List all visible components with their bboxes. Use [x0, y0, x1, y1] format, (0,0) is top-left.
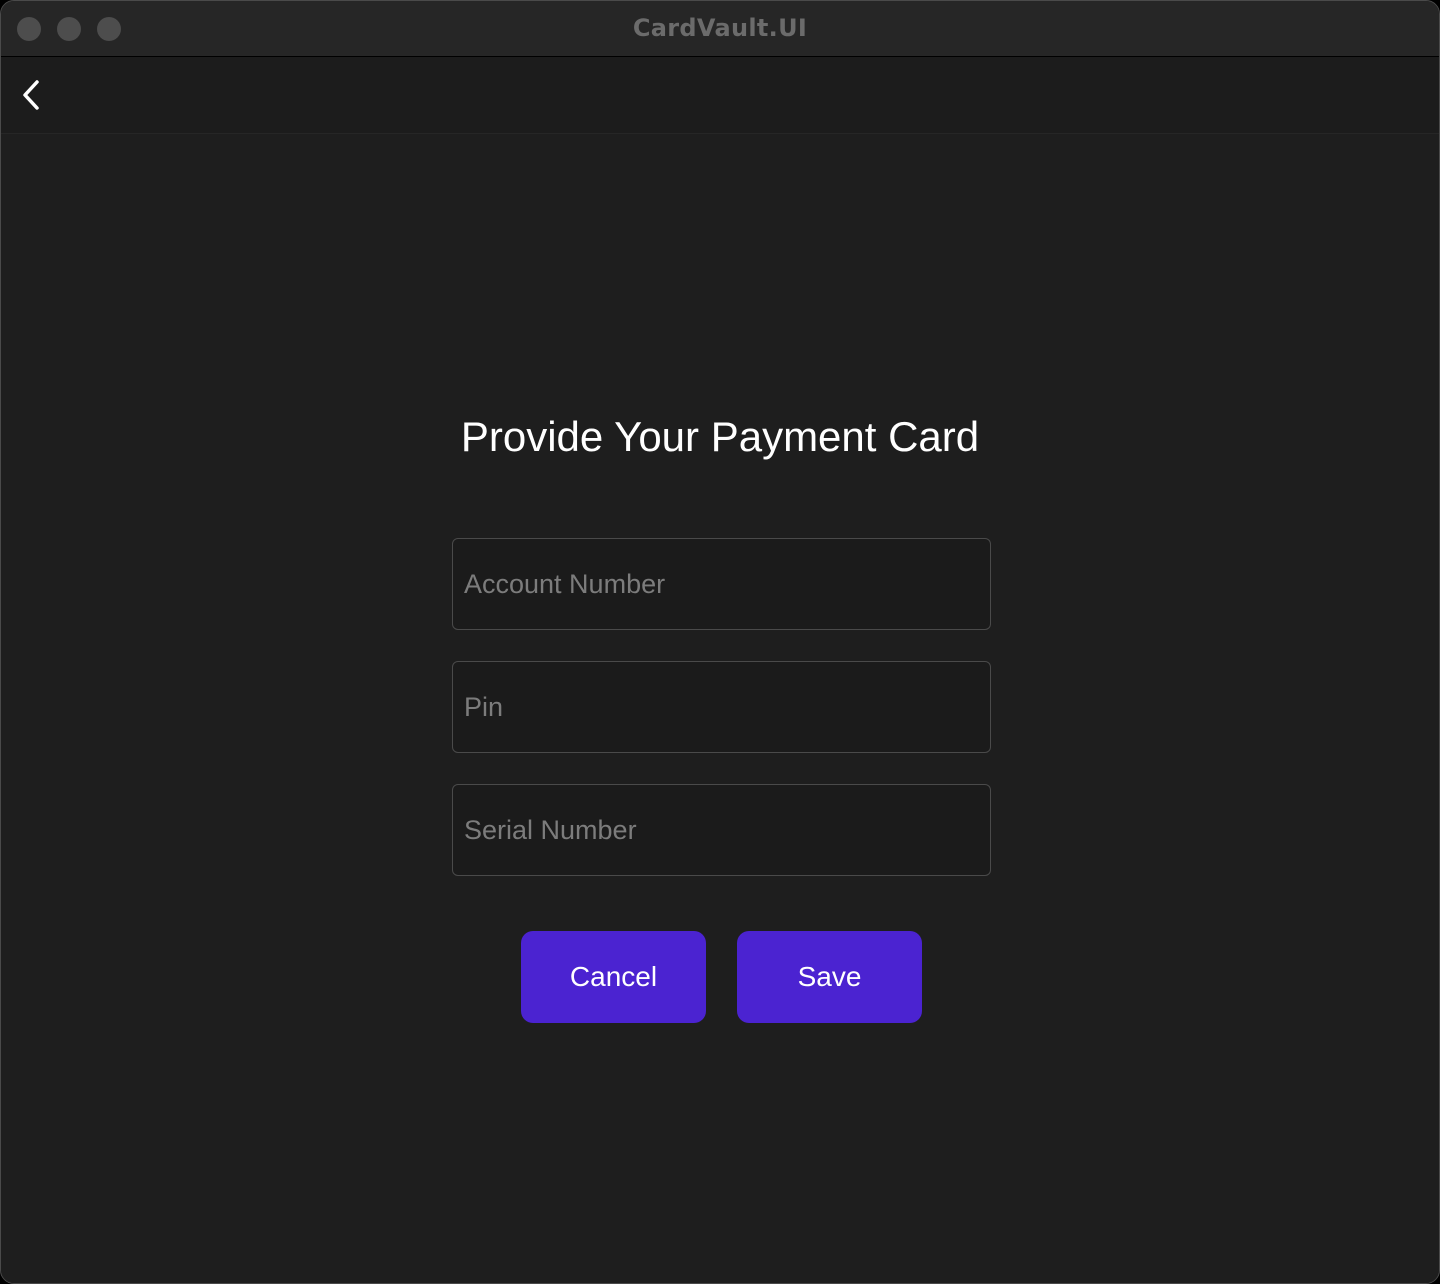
cancel-button[interactable]: Cancel — [521, 931, 706, 1023]
serial-number-input[interactable] — [453, 785, 990, 875]
account-number-input[interactable] — [453, 539, 990, 629]
page-title: Provide Your Payment Card — [460, 413, 980, 460]
save-button[interactable]: Save — [737, 931, 922, 1023]
app-window: CardVault.UI Provide Your Payment Card C… — [0, 0, 1440, 1284]
account-number-field — [452, 538, 991, 630]
navigation-bar — [1, 57, 1439, 134]
pin-field — [452, 661, 991, 753]
title-bar: CardVault.UI — [1, 1, 1439, 57]
pin-input[interactable] — [453, 662, 990, 752]
payment-card-form: Provide Your Payment Card Cancel Save — [1, 134, 1439, 1283]
back-button[interactable] — [9, 73, 53, 117]
serial-number-field — [452, 784, 991, 876]
chevron-left-icon — [23, 80, 39, 110]
window-title: CardVault.UI — [632, 14, 808, 42]
